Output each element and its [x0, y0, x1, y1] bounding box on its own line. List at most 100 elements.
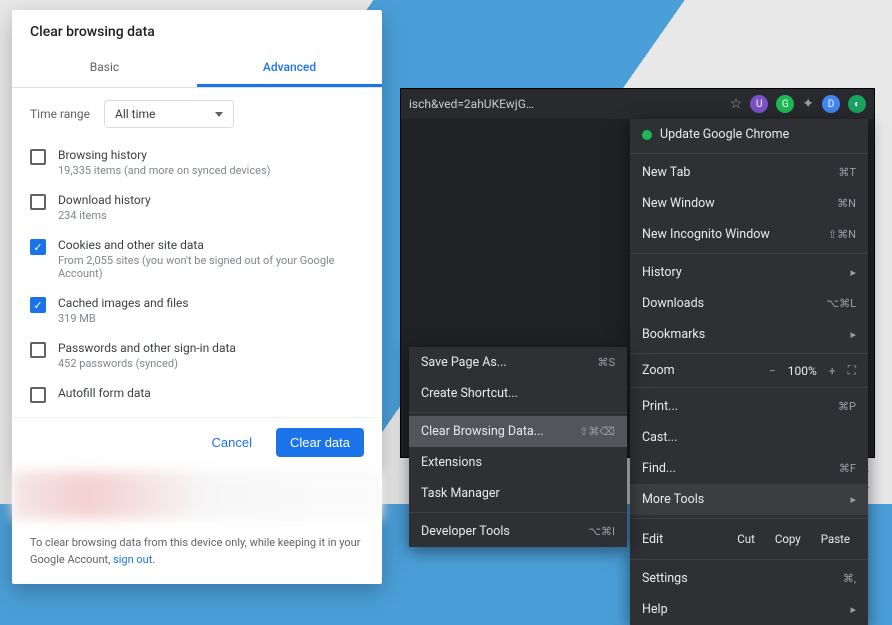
menu-item[interactable]: Print...⌘P — [630, 391, 868, 422]
edit-label: Edit — [642, 532, 723, 547]
submenu-label: Developer Tools — [421, 524, 510, 539]
submenu-label: Create Shortcut... — [421, 386, 518, 401]
dialog-title: Clear browsing data — [12, 10, 382, 50]
copy-button[interactable]: Copy — [769, 528, 807, 550]
menu-item[interactable]: Cast... — [630, 422, 868, 453]
time-range-label: Time range — [30, 107, 90, 121]
menu-item-update-chrome[interactable]: Update Google Chrome — [630, 119, 868, 150]
extension-icon[interactable]: U — [750, 95, 768, 113]
menu-label: More Tools — [642, 492, 836, 507]
fullscreen-icon[interactable]: ⛶ — [848, 363, 856, 378]
submenu-label: Clear Browsing Data... — [421, 424, 544, 439]
zoom-out-button[interactable]: − — [769, 364, 776, 378]
cut-button[interactable]: Cut — [731, 528, 761, 550]
menu-separator — [409, 512, 627, 513]
update-dot-icon — [642, 130, 652, 140]
footer-text: To clear browsing data from this device … — [30, 536, 360, 566]
checkbox[interactable] — [30, 387, 46, 403]
zoom-value: 100% — [788, 364, 817, 378]
check-item-subtitle: 234 items — [58, 209, 151, 222]
time-range-value: All time — [115, 107, 155, 121]
menu-separator — [630, 387, 868, 388]
check-item-title: Cookies and other site data — [58, 238, 364, 252]
menu-label: Find... — [642, 461, 839, 476]
check-item[interactable]: Browsing history 19,335 items (and more o… — [30, 140, 364, 185]
menu-separator — [630, 153, 868, 154]
menu-item[interactable]: Settings⌘, — [630, 563, 868, 594]
menu-item[interactable]: New Incognito Window⇧⌘N — [630, 219, 868, 250]
check-item[interactable]: Cached images and files319 MB — [30, 288, 364, 333]
extensions-icon[interactable]: ✦ — [802, 96, 814, 112]
check-item-title: Autofill form data — [58, 386, 151, 400]
menu-item[interactable]: New Window⌘N — [630, 188, 868, 219]
chevron-right-icon: ▸ — [836, 328, 856, 341]
check-item[interactable]: Autofill form data — [30, 378, 364, 411]
checkbox[interactable] — [30, 149, 46, 165]
extension-icon[interactable]: G — [776, 95, 794, 113]
menu-label: Bookmarks — [642, 327, 836, 342]
submenu-item[interactable]: Developer Tools⌥⌘I — [409, 516, 627, 547]
menu-label: Settings — [642, 571, 843, 586]
menu-item-edit: Edit Cut Copy Paste — [630, 522, 868, 556]
checkbox[interactable] — [30, 194, 46, 210]
chevron-down-icon — [215, 112, 223, 117]
footer-note: To clear browsing data from this device … — [12, 527, 382, 584]
menu-shortcut: ⌥⌘L — [826, 297, 856, 310]
update-icon[interactable]: ◐ — [848, 95, 866, 113]
check-item[interactable]: Passwords and other sign-in data452 pass… — [30, 333, 364, 378]
menu-label: History — [642, 265, 836, 280]
submenu-shortcut: ⌘S — [597, 356, 615, 369]
check-item-title: Passwords and other sign-in data — [58, 341, 236, 355]
menu-shortcut: ⇧⌘N — [828, 228, 856, 241]
check-item-title: Download history — [58, 193, 151, 207]
menu-label: Update Google Chrome — [660, 127, 789, 142]
cancel-button[interactable]: Cancel — [198, 428, 266, 457]
menu-label: New Tab — [642, 165, 838, 180]
menu-item[interactable]: Bookmarks▸ — [630, 319, 868, 350]
checkbox[interactable] — [30, 239, 46, 255]
checkbox[interactable] — [30, 297, 46, 313]
sign-out-link[interactable]: sign out — [113, 553, 152, 566]
menu-shortcut: ⌘P — [838, 400, 856, 413]
paste-button[interactable]: Paste — [815, 528, 856, 550]
menu-shortcut: ⌘, — [843, 572, 856, 585]
submenu-item[interactable]: Task Manager — [409, 478, 627, 509]
tab-advanced[interactable]: Advanced — [197, 50, 382, 87]
menu-item[interactable]: History▸ — [630, 257, 868, 288]
menu-label: New Incognito Window — [642, 227, 828, 242]
submenu-item[interactable]: Create Shortcut... — [409, 378, 627, 409]
menu-item[interactable]: Find...⌘F — [630, 453, 868, 484]
profile-avatar[interactable]: D — [822, 95, 840, 113]
menu-item[interactable]: Help▸ — [630, 594, 868, 625]
menu-separator — [630, 518, 868, 519]
more-tools-submenu: Save Page As...⌘S Create Shortcut... Clear… — [409, 347, 627, 547]
submenu-shortcut: ⇧⌘⌫ — [579, 425, 615, 438]
check-item[interactable]: Cookies and other site dataFrom 2,055 si… — [30, 230, 364, 288]
check-item-title: Browsing history — [58, 148, 270, 162]
menu-label: New Window — [642, 196, 837, 211]
address-bar: isch&ved=2ahUKEwjG… ☆ U G ✦ D ◐ — [401, 89, 874, 119]
time-range-select[interactable]: All time — [104, 100, 234, 128]
chevron-right-icon: ▸ — [836, 266, 856, 279]
chevron-right-icon: ▸ — [836, 603, 856, 616]
check-item[interactable]: Download history 234 items — [30, 185, 364, 230]
clear-data-button[interactable]: Clear data — [276, 428, 364, 457]
menu-item-zoom: Zoom − 100% + ⛶ — [630, 357, 868, 384]
check-list: Browsing history 19,335 items (and more o… — [12, 140, 382, 417]
menu-separator — [409, 412, 627, 413]
check-item-subtitle: 19,335 items (and more on synced devices… — [58, 164, 270, 177]
submenu-item[interactable]: Clear Browsing Data... ⇧⌘⌫ — [409, 416, 627, 447]
submenu-item[interactable]: Extensions — [409, 447, 627, 478]
menu-item[interactable]: New Tab⌘T — [630, 157, 868, 188]
menu-item[interactable]: More Tools▸ — [630, 484, 868, 515]
menu-item[interactable]: Downloads⌥⌘L — [630, 288, 868, 319]
zoom-in-button[interactable]: + — [829, 364, 836, 378]
checkbox[interactable] — [30, 342, 46, 358]
tab-basic[interactable]: Basic — [12, 50, 197, 87]
star-icon[interactable]: ☆ — [730, 96, 743, 112]
chrome-main-menu: Update Google Chrome New Tab⌘TNew Window… — [630, 119, 868, 625]
url-text: isch&ved=2ahUKEwjG… — [409, 97, 722, 111]
chevron-right-icon: ▸ — [836, 493, 856, 506]
submenu-item[interactable]: Save Page As...⌘S — [409, 347, 627, 378]
submenu-label: Task Manager — [421, 486, 500, 501]
